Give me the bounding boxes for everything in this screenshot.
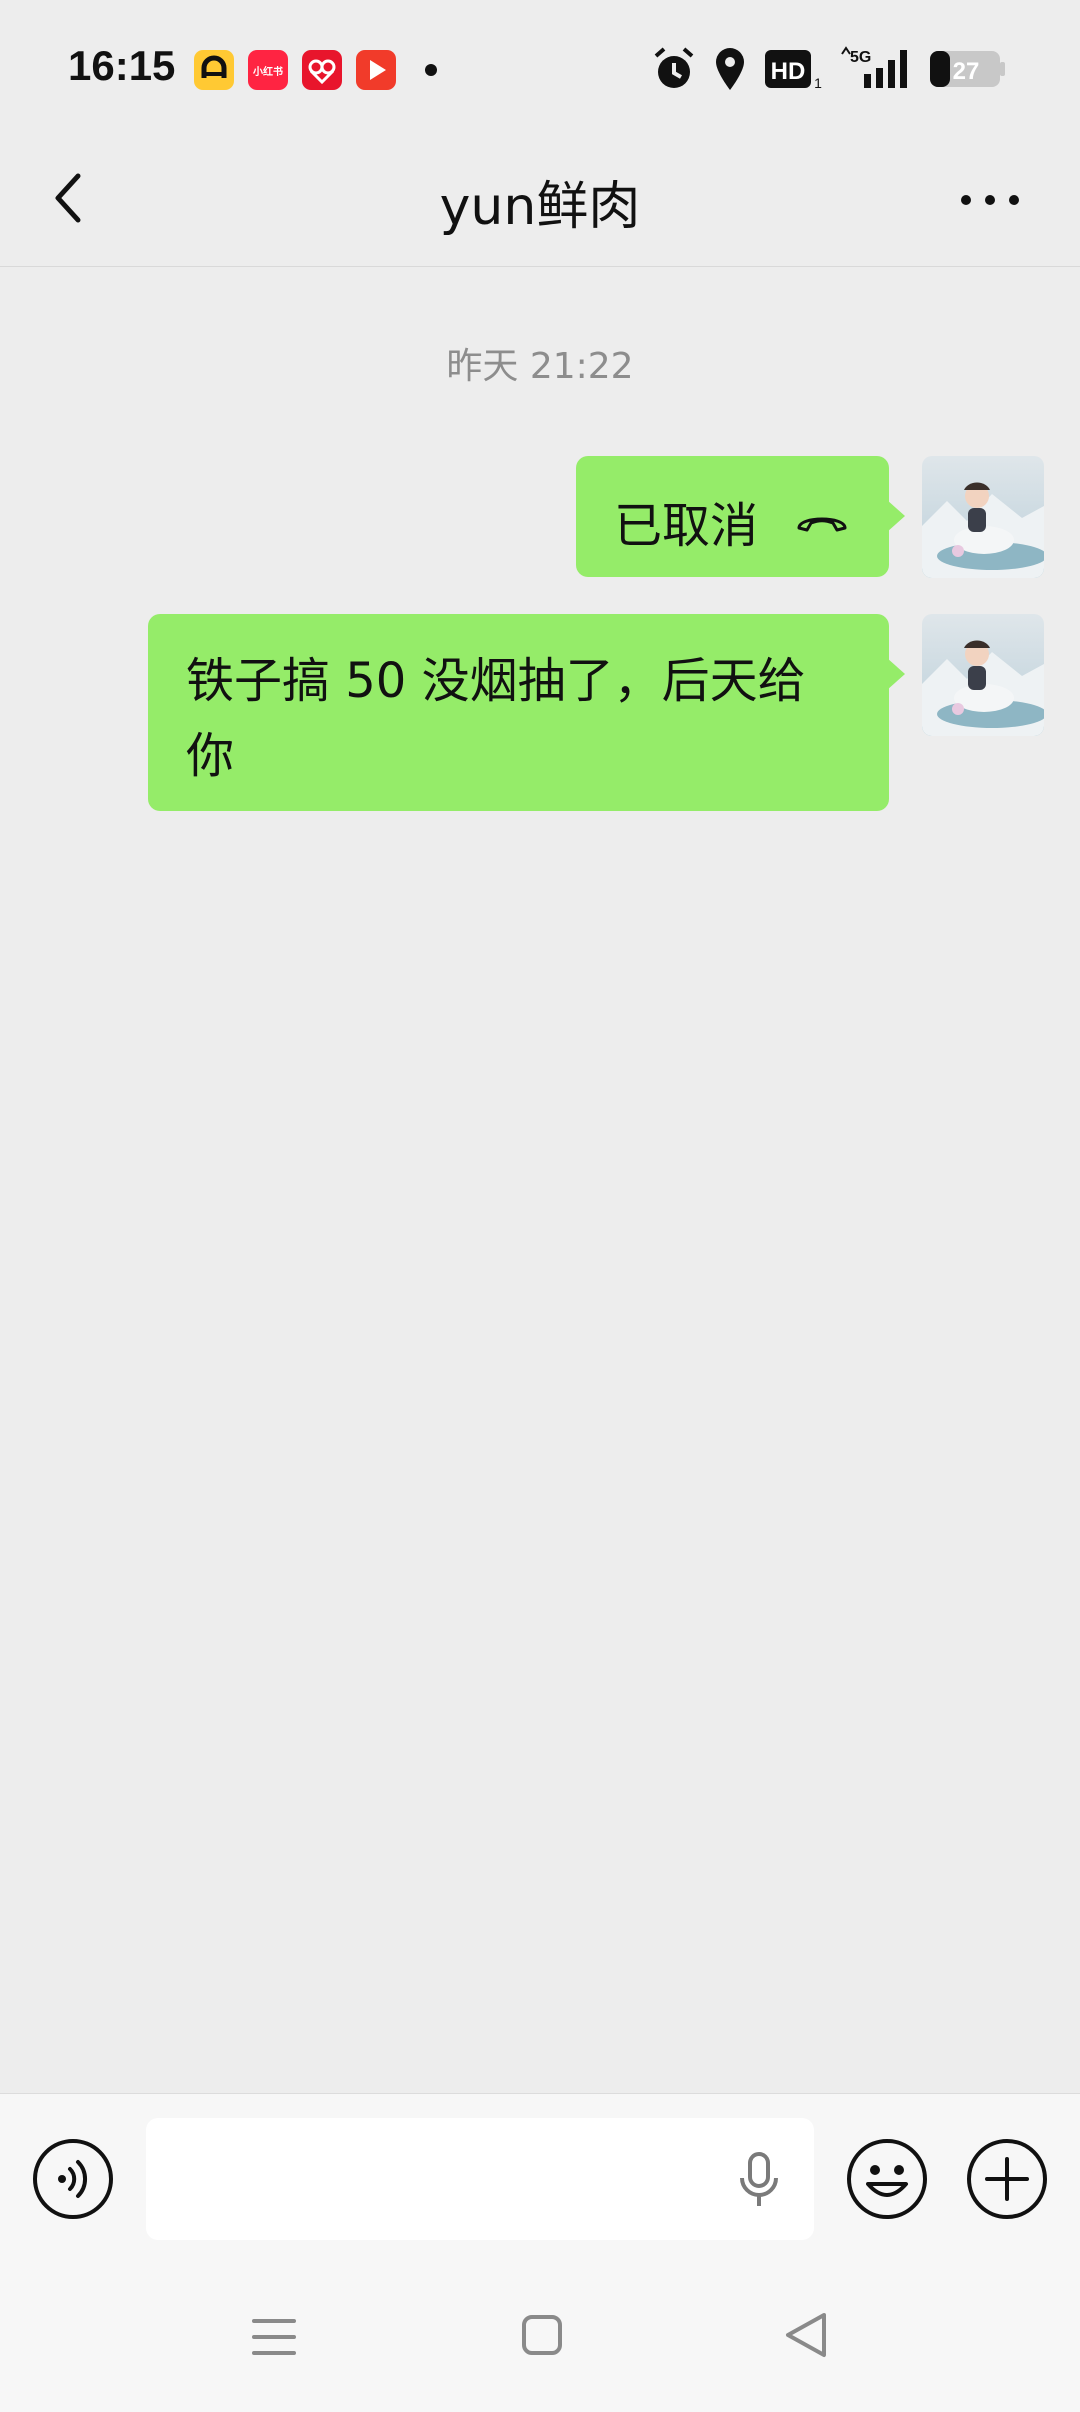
my-avatar[interactable] <box>922 456 1044 578</box>
alarm-icon <box>654 47 694 88</box>
chat-app-icon <box>194 50 234 90</box>
more-notifications-dot <box>425 64 437 76</box>
video-app-icon <box>356 50 396 90</box>
phone-hangup-icon <box>797 517 847 532</box>
status-bar: 16:15 小红书 HD 1 5G 27 <box>0 0 1080 130</box>
message-text: 铁子搞 50 没烟抽了，后天给你 <box>186 653 806 784</box>
cancelled-call-bubble[interactable]: 已取消 <box>576 456 905 577</box>
signal-icon: 5G <box>841 46 907 88</box>
my-avatar[interactable] <box>922 614 1044 736</box>
emoji-icon[interactable] <box>846 2138 928 2220</box>
microphone-icon[interactable] <box>734 2150 784 2210</box>
home-icon[interactable] <box>520 2313 564 2357</box>
chat-title: yun鲜肉 <box>439 177 641 237</box>
more-options-icon[interactable] <box>950 170 1030 230</box>
svg-text:小红书: 小红书 <box>252 65 283 78</box>
nav-back-icon[interactable] <box>782 2309 830 2361</box>
voice-mode-icon[interactable] <box>32 2138 114 2220</box>
location-icon <box>716 48 744 90</box>
svg-text:27: 27 <box>953 58 980 85</box>
chat-header: yun鲜肉 <box>0 130 1080 267</box>
system-nav-bar <box>0 2243 1080 2412</box>
svg-text:5G: 5G <box>850 49 871 66</box>
message-text: 已取消 <box>614 498 759 554</box>
gift-app-icon <box>302 50 342 90</box>
xiaohongshu-icon: 小红书 <box>248 50 288 90</box>
chat-input-bar <box>0 2093 1080 2243</box>
message-input[interactable] <box>146 2118 814 2240</box>
svg-text:HD: HD <box>771 58 806 85</box>
text-message-bubble[interactable]: 铁子搞 50 没烟抽了，后天给你 <box>148 614 905 811</box>
status-time: 16:15 <box>68 42 176 89</box>
hd-icon: HD 1 <box>765 50 822 91</box>
message-timestamp: 昨天 21:22 <box>446 346 634 387</box>
svg-text:1: 1 <box>814 75 822 91</box>
battery-icon: 27 <box>930 51 1005 87</box>
add-more-icon[interactable] <box>966 2138 1048 2220</box>
recent-apps-icon[interactable] <box>250 2315 298 2359</box>
